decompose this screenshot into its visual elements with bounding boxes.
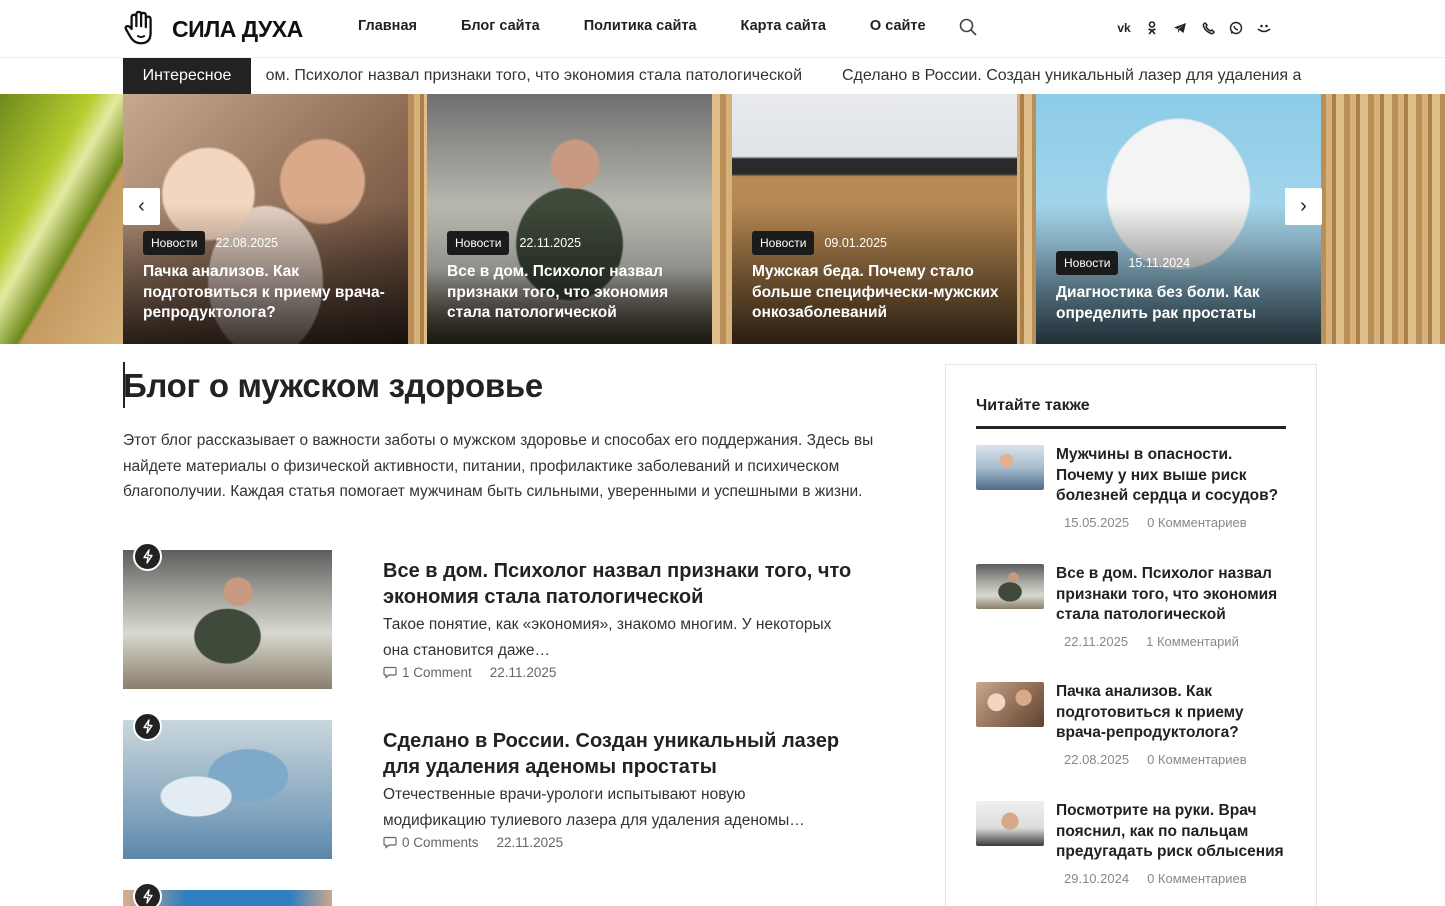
nav-blog[interactable]: Блог сайта [461,18,540,34]
slide-title[interactable]: Диагностика без боли. Как определить рак… [1056,283,1305,324]
post-card [123,882,913,906]
lightning-icon [133,712,162,741]
sidebar-item-date: 29.10.2024 [1064,871,1130,886]
sidebar-item-comments[interactable]: 0 Комментариев [1147,515,1247,530]
post-meta: 0 Comments 22.11.2025 [383,835,563,850]
slide-title[interactable]: Мужская беда. Почему стало больше специф… [752,262,1001,324]
sidebar-read-also: Читайте также Мужчины в опасности. Почем… [945,364,1317,906]
ticker-label: Интересное [123,58,251,94]
ticker-track: е в дом. Психолог назвал признаки того, … [266,58,1323,94]
site-logo[interactable]: СИЛА ДУХА [124,10,303,48]
vk-icon[interactable]: vk [1116,19,1132,37]
post-thumbnail[interactable] [123,550,332,689]
slider-next-button[interactable]: › [1285,188,1322,225]
search-icon[interactable] [958,17,978,37]
post-title[interactable]: Все в дом. Психолог назвал признаки того… [383,558,853,610]
viber-icon[interactable] [1200,19,1216,37]
slide[interactable]: Новости 09.01.2025 Мужская беда. Почему с… [732,94,1017,344]
hand-logo-icon [124,10,152,45]
ticker-item[interactable]: Сделано в России. Создан уникальный лазе… [842,67,1301,85]
sidebar-item-comments[interactable]: 0 Комментариев [1147,752,1247,767]
page-title: Блог о мужском здоровье [123,367,543,404]
site-title: СИЛА ДУХА [172,15,303,42]
telegram-icon[interactable] [1172,19,1188,37]
news-ticker: Интересное е в дом. Психолог назвал приз… [0,58,1445,94]
slider-edge-image [0,94,123,344]
sidebar-title: Читайте также [976,397,1090,414]
sidebar-item-title[interactable]: Пачка анализов. Как подготовиться к прие… [1056,682,1288,744]
post-excerpt: Отечественные врачи-урологи испытывают н… [383,786,805,829]
social-links: vk [1116,19,1272,37]
post-excerpt: Такое понятие, как «экономия», знакомо м… [383,616,832,659]
nav-sitemap[interactable]: Карта сайта [741,18,826,34]
lightning-icon [133,542,162,571]
post-title[interactable]: Сделано в России. Создан уникальный лазе… [383,728,853,780]
sidebar-item-title[interactable]: Посмотрите на руки. Врач пояснил, как по… [1056,801,1288,863]
sidebar-item-date: 22.08.2025 [1064,752,1130,767]
post-thumbnail[interactable] [123,720,332,859]
sidebar-thumbnail[interactable] [976,682,1044,727]
slide-category[interactable]: Новости [752,231,815,255]
slide-date: 15.11.2024 [1128,256,1191,270]
comment-icon [383,666,397,679]
rutube-icon[interactable] [1256,19,1272,37]
sidebar-thumbnail[interactable] [976,801,1044,846]
slide-category[interactable]: Новости [1056,251,1119,275]
sidebar-thumbnail[interactable] [976,564,1044,609]
sidebar-thumbnail[interactable] [976,445,1044,490]
post-comments: 0 Comments [402,835,479,850]
sidebar-item-date: 22.11.2025 [1064,634,1129,649]
main-nav: Главная Блог сайта Политика сайта Карта … [358,18,970,34]
slide-date: 22.08.2025 [215,236,279,250]
post-date: 22.11.2025 [496,835,564,850]
sidebar-item-title[interactable]: Все в дом. Психолог назвал признаки того… [1056,564,1288,626]
slide-category[interactable]: Новости [143,231,206,255]
slide-date: 09.01.2025 [824,236,888,250]
post-date: 22.11.2025 [489,665,557,680]
slide[interactable]: Новости 15.11.2024 Диагностика без боли. … [1036,94,1321,344]
nav-policy[interactable]: Политика сайта [584,18,697,34]
sidebar-item-title[interactable]: Мужчины в опасности. Почему у них выше р… [1056,445,1288,507]
page-intro: Этот блог рассказывает о важности заботы… [123,432,874,500]
odnoklassniki-icon[interactable] [1144,19,1160,37]
slide-date: 22.11.2025 [519,236,582,250]
sidebar-item-date: 15.05.2025 [1064,515,1130,530]
sidebar-divider [976,426,1286,429]
post-card: Все в дом. Психолог назвал признаки того… [123,542,913,690]
comment-icon [383,836,397,849]
nav-home[interactable]: Главная [358,18,417,34]
featured-slider: Новости 22.08.2025 Пачка анализов. Как по… [0,94,1445,344]
nav-about[interactable]: О сайте [870,18,926,34]
slide-category[interactable]: Новости [447,231,510,255]
ticker-item[interactable]: е в дом. Психолог назвал признаки того, … [266,67,802,85]
site-header: СИЛА ДУХА Главная Блог сайта Политика са… [0,0,1445,58]
post-meta: 1 Comment 22.11.2025 [383,665,556,680]
lightning-icon [133,882,162,906]
slide-title[interactable]: Пачка анализов. Как подготовиться к прие… [143,262,392,324]
slider-prev-button[interactable]: ‹ [123,188,160,225]
slide[interactable]: Новости 22.11.2025 Все в дом. Психолог на… [427,94,712,344]
slide-title[interactable]: Все в дом. Психолог назвал признаки того… [447,262,696,324]
whatsapp-icon[interactable] [1228,19,1244,37]
sidebar-item-comments[interactable]: 0 Комментариев [1147,871,1247,886]
slide[interactable]: Новости 22.08.2025 Пачка анализов. Как по… [123,94,408,344]
sidebar-item-comments[interactable]: 1 Комментарий [1146,634,1239,649]
post-card: Сделано в России. Создан уникальный лазе… [123,712,913,860]
post-comments: 1 Comment [402,665,472,680]
